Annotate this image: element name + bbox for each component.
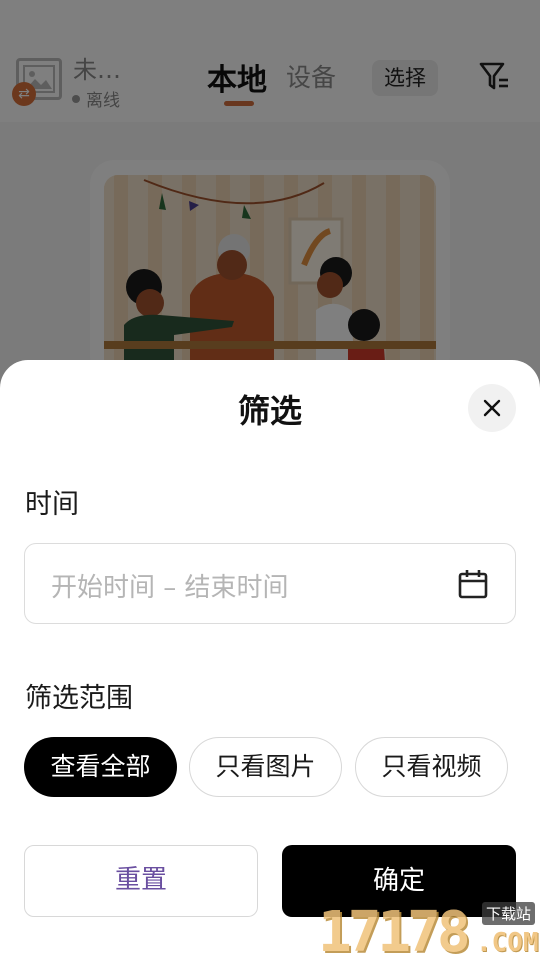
- watermark-domain: .COM: [476, 928, 539, 958]
- chip-videos-only[interactable]: 只看视频: [355, 737, 508, 797]
- watermark-site-label: 下载站: [482, 902, 536, 925]
- range-section-label: 筛选范围: [25, 683, 133, 714]
- chip-view-all[interactable]: 查看全部: [24, 737, 177, 797]
- close-button[interactable]: [468, 384, 516, 432]
- chip-photos-only[interactable]: 只看图片: [189, 737, 342, 797]
- sheet-title: 筛选: [237, 392, 302, 430]
- calendar-icon[interactable]: [457, 568, 489, 600]
- watermark-logo: 17178 .COM 下载站: [318, 900, 540, 960]
- reset-button[interactable]: 重置: [24, 845, 258, 917]
- close-icon: [483, 399, 501, 417]
- date-range-placeholder: 开始时间 – 结束时间: [51, 573, 289, 603]
- time-section-label: 时间: [25, 489, 79, 520]
- watermark-number: 17178: [318, 900, 471, 960]
- date-range-field[interactable]: 开始时间 – 结束时间: [24, 543, 516, 624]
